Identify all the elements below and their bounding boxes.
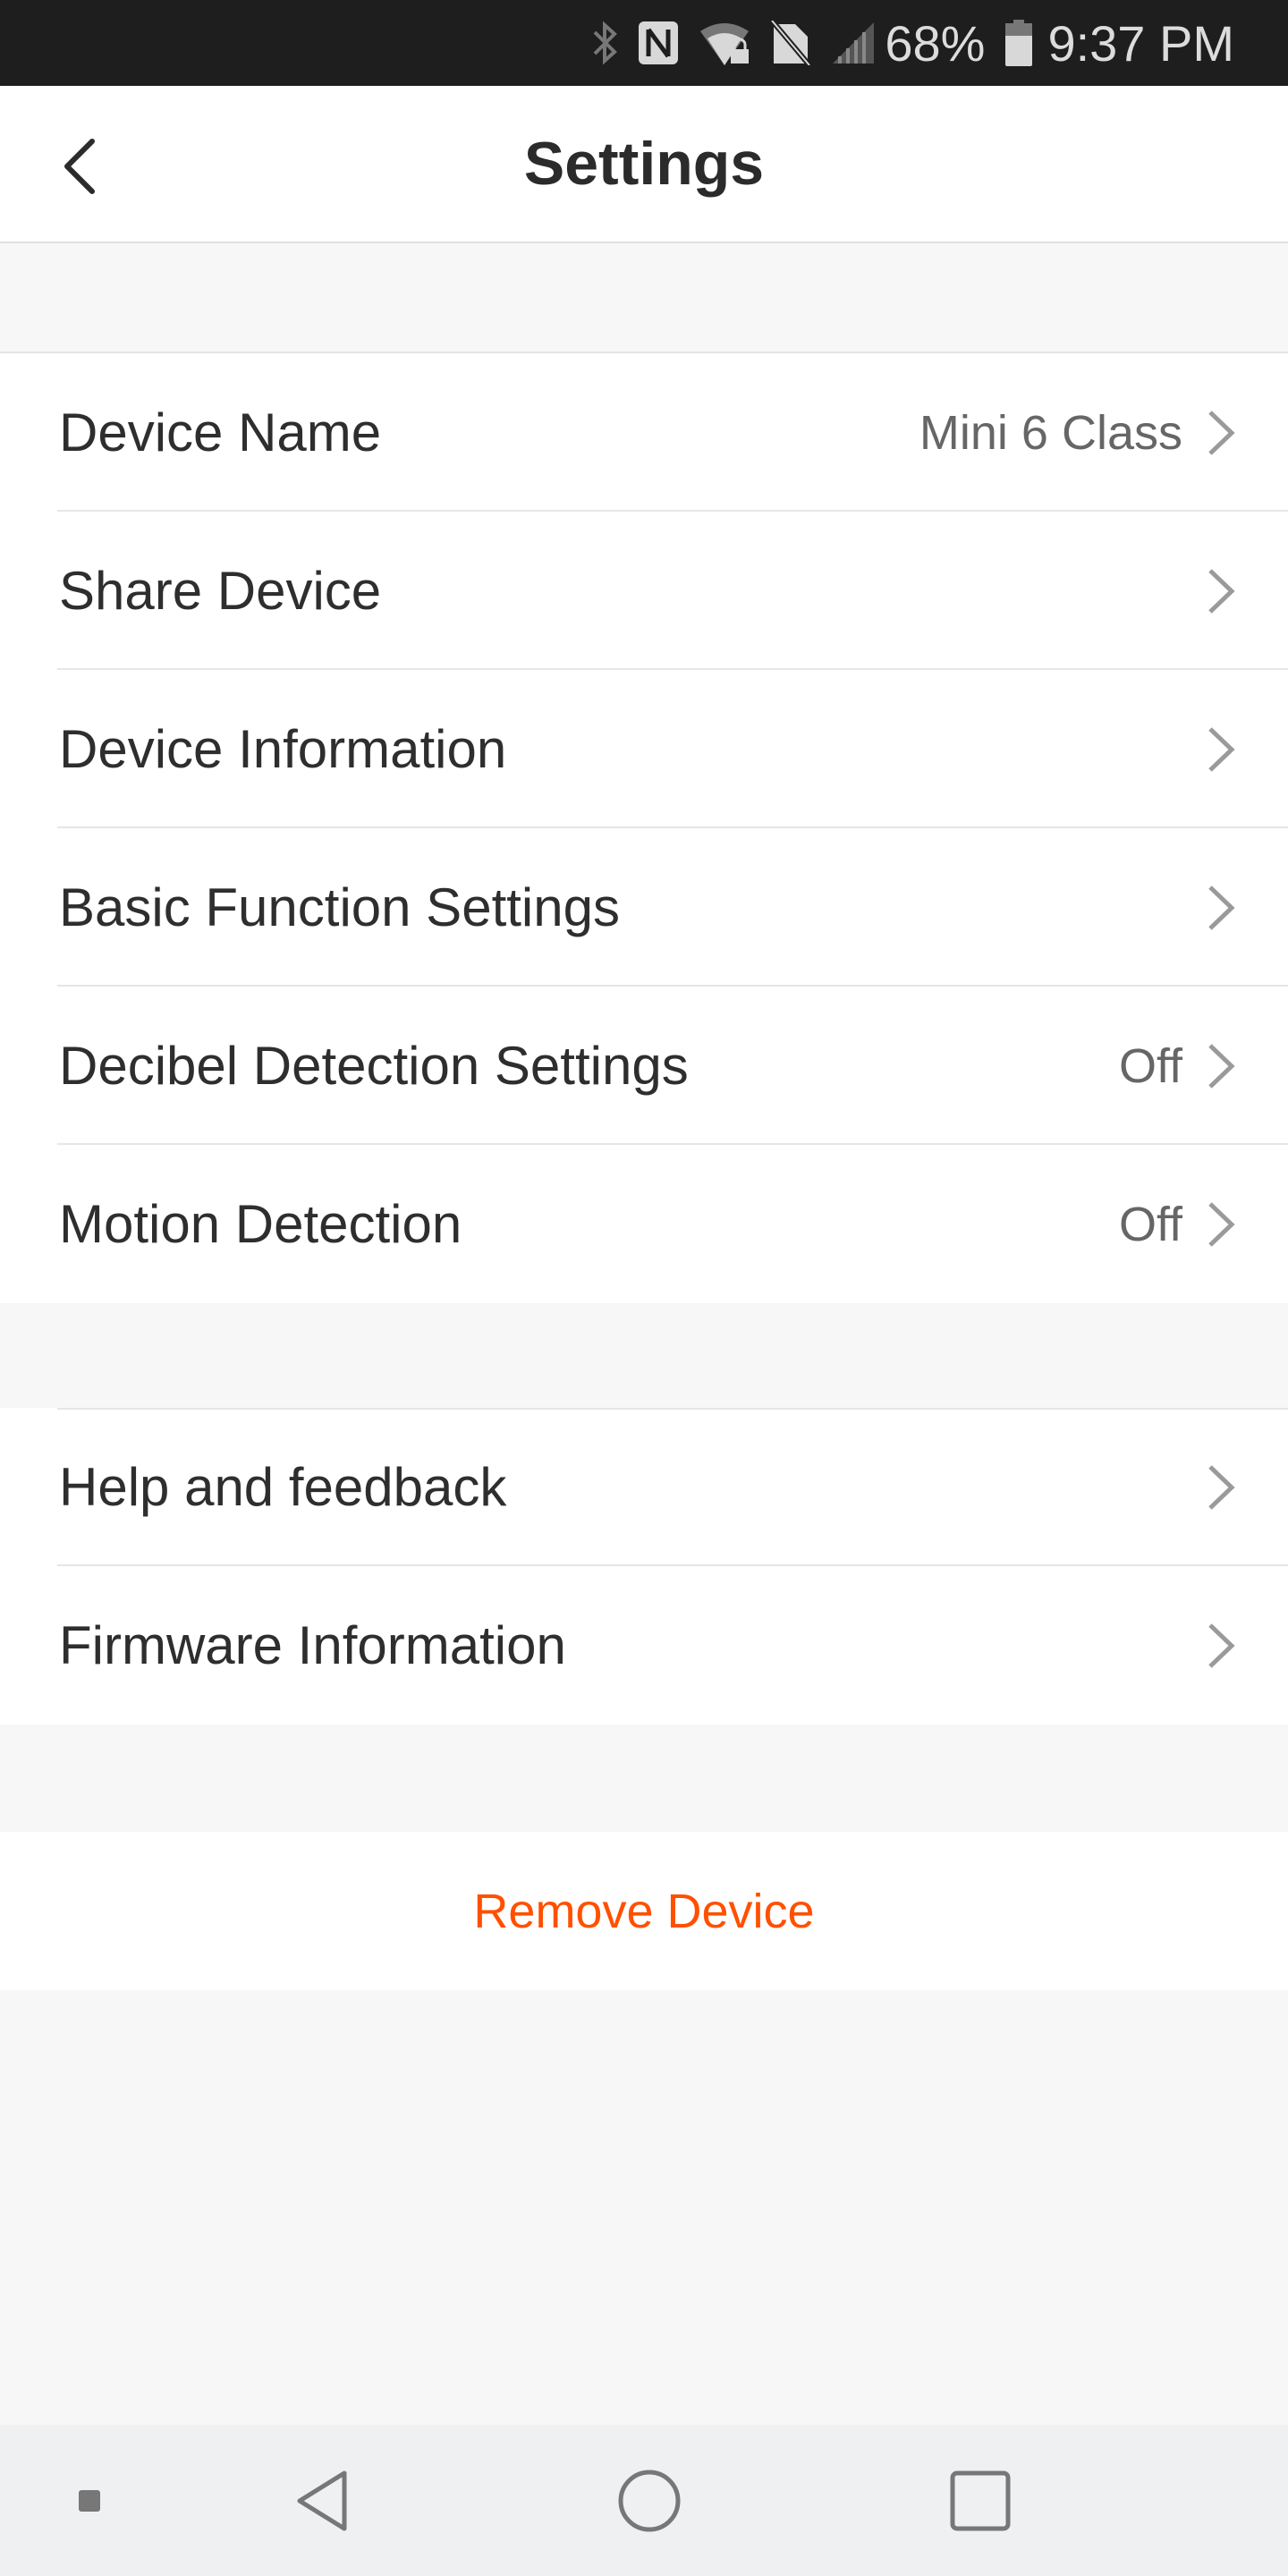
- row-label: Device Information: [59, 719, 507, 779]
- chevron-right-icon: [1208, 726, 1235, 772]
- row-label: Decibel Detection Settings: [59, 1036, 689, 1096]
- no-sim-icon: [770, 18, 812, 68]
- chevron-right-icon: [1208, 568, 1235, 614]
- row-value: Mini 6 Class: [919, 405, 1182, 460]
- remove-section: Remove Device: [0, 1832, 1288, 1990]
- home-circle-icon: [618, 2470, 681, 2531]
- page-title: Settings: [523, 130, 765, 198]
- row-label: Basic Function Settings: [59, 877, 620, 937]
- wifi-lock-icon: [699, 18, 750, 68]
- row-firmware-information[interactable]: Firmware Information: [0, 1566, 1288, 1724]
- row-label: Motion Detection: [59, 1194, 462, 1254]
- row-device-information[interactable]: Device Information: [0, 670, 1288, 828]
- status-bar: 68% 9:37 PM: [0, 0, 1288, 86]
- chevron-right-icon: [1208, 1043, 1235, 1089]
- row-decibel-detection-settings[interactable]: Decibel Detection Settings Off: [0, 987, 1288, 1145]
- chevron-right-icon: [1208, 1201, 1235, 1247]
- row-value: Off: [1118, 1038, 1182, 1093]
- remove-device-label: Remove Device: [473, 1884, 815, 1938]
- support-section: Help and feedback Firmware Information: [0, 1408, 1288, 1724]
- chevron-right-icon: [1208, 1464, 1235, 1510]
- nav-recents-button[interactable]: [936, 2425, 1025, 2576]
- row-label: Firmware Information: [59, 1615, 566, 1675]
- chevron-right-icon: [1208, 885, 1235, 930]
- row-basic-function-settings[interactable]: Basic Function Settings: [0, 828, 1288, 987]
- row-value: Off: [1118, 1197, 1182, 1251]
- menu-dot-icon: [79, 2489, 100, 2512]
- battery-icon: [1004, 18, 1033, 68]
- system-nav-bar: [0, 2425, 1288, 2576]
- nav-home-button[interactable]: [605, 2425, 694, 2576]
- menu-dot-button[interactable]: [63, 2425, 116, 2576]
- app-header: Settings: [0, 86, 1288, 243]
- chevron-right-icon: [1208, 410, 1235, 455]
- remove-device-button[interactable]: Remove Device: [0, 1832, 1288, 1990]
- recents-square-icon: [950, 2470, 1011, 2530]
- row-label: Help and feedback: [59, 1457, 507, 1517]
- nav-back-button[interactable]: [277, 2425, 367, 2576]
- row-label: Device Name: [59, 402, 382, 462]
- row-label: Share Device: [59, 561, 382, 621]
- nfc-icon: [638, 18, 679, 68]
- clock: 9:37 PM: [1047, 14, 1234, 72]
- device-settings-section: Device Name Mini 6 Class Share Device De…: [0, 352, 1288, 1303]
- back-triangle-icon: [297, 2470, 347, 2530]
- row-motion-detection[interactable]: Motion Detection Off: [0, 1145, 1288, 1303]
- row-device-name[interactable]: Device Name Mini 6 Class: [0, 353, 1288, 512]
- chevron-right-icon: [1208, 1623, 1235, 1668]
- signal-icon: [831, 18, 876, 68]
- row-help-and-feedback[interactable]: Help and feedback: [0, 1408, 1288, 1566]
- battery-percent: 68%: [885, 14, 986, 72]
- bluetooth-icon: [591, 18, 618, 68]
- row-share-device[interactable]: Share Device: [0, 512, 1288, 670]
